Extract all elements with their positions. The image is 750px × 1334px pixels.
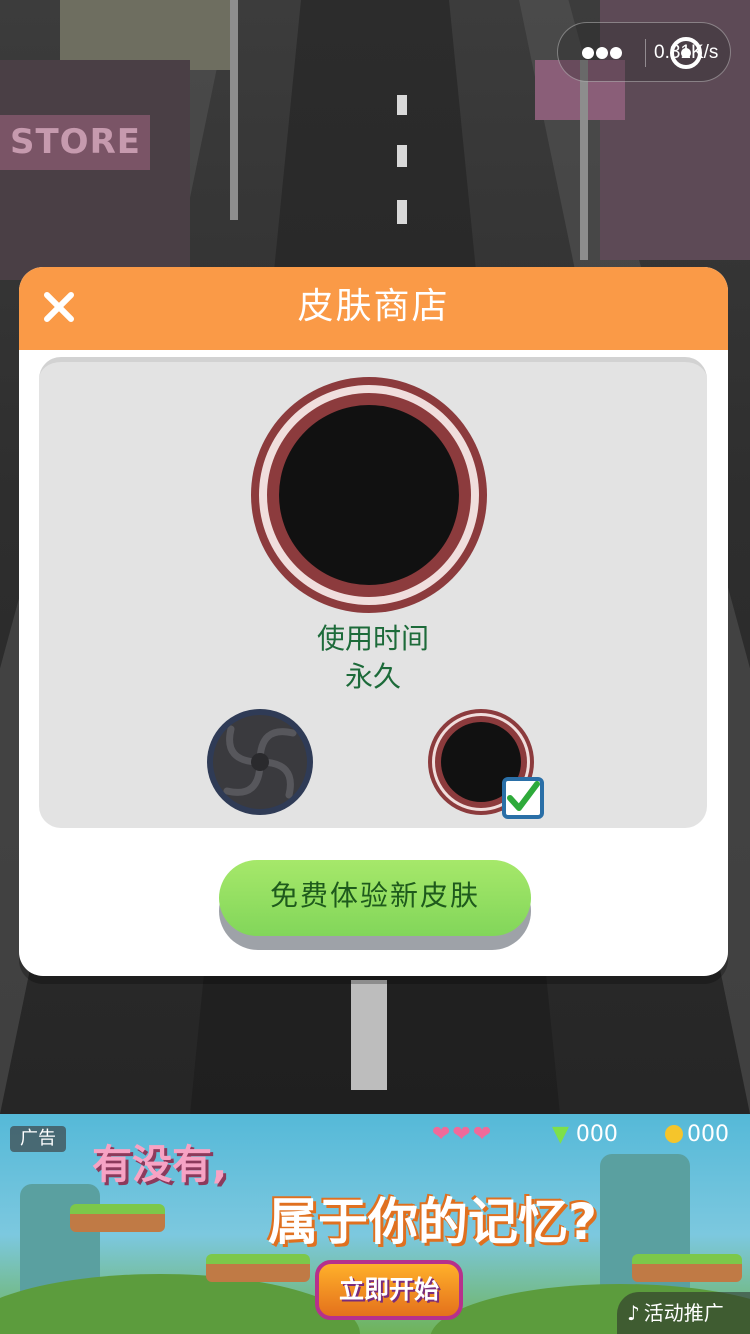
skin-panel: 使用时间 永久 <box>39 357 707 828</box>
ad-coin-counter: 000 <box>665 1122 729 1147</box>
street-pole <box>230 0 238 220</box>
ad-hearts: ❤❤❤ <box>432 1122 494 1147</box>
capsule-divider <box>645 39 646 67</box>
mini-program-capsule[interactable]: 0.31K/s <box>557 22 731 82</box>
skin-preview <box>251 377 487 613</box>
lane-marking <box>397 95 407 115</box>
street-pole <box>580 60 588 260</box>
ad-scenery <box>0 1274 360 1334</box>
modal-header: 皮肤商店 <box>19 267 728 350</box>
lane-marking <box>397 145 407 167</box>
ad-start-button[interactable]: 立即开始 <box>315 1260 463 1320</box>
ad-platform <box>70 1204 165 1232</box>
ad-gem-counter: ▼ 000 <box>552 1122 618 1147</box>
use-time-value: 永久 <box>344 660 401 693</box>
lane-marking <box>397 200 407 224</box>
ad-platform <box>632 1254 742 1282</box>
skin-shop-modal: 皮肤商店 使用时间 永久 免费体验新皮肤 <box>19 267 728 976</box>
modal-title: 皮肤商店 <box>297 286 450 327</box>
free-trial-label: 免费体验新皮肤 <box>269 879 480 912</box>
music-note-icon: ♪ <box>627 1301 640 1325</box>
gem-icon: ▼ <box>552 1122 569 1147</box>
free-trial-button[interactable]: 免费体验新皮肤 <box>219 860 531 950</box>
exit-icon[interactable] <box>670 37 702 69</box>
close-icon[interactable] <box>37 285 81 329</box>
skin-option-vortex[interactable] <box>207 709 313 815</box>
ad-banner[interactable]: 广告 ❤❤❤ ▼ 000 000 有没有, 属于你的记忆? 立即开始 ♪ 活动推广 <box>0 1114 750 1334</box>
coin-icon <box>665 1125 683 1143</box>
store-building: STORE <box>0 60 190 280</box>
ad-headline-2: 属于你的记忆? <box>268 1193 598 1251</box>
use-time-label: 使用时间 <box>316 622 429 655</box>
vortex-icon <box>223 725 297 799</box>
more-icon[interactable] <box>582 41 622 65</box>
ad-badge: 广告 <box>10 1126 66 1152</box>
ad-headline-1: 有没有, <box>92 1142 228 1188</box>
gem-count: 000 <box>575 1122 618 1147</box>
ad-platform <box>206 1254 310 1282</box>
lane-marking <box>351 980 387 1090</box>
promo-link[interactable]: ♪ 活动推广 <box>617 1292 750 1334</box>
coin-count: 000 <box>687 1122 729 1147</box>
promo-label: 活动推广 <box>643 1301 724 1325</box>
store-sign: STORE <box>0 115 150 170</box>
checkmark-icon <box>502 777 544 819</box>
ad-start-label: 立即开始 <box>338 1275 439 1304</box>
